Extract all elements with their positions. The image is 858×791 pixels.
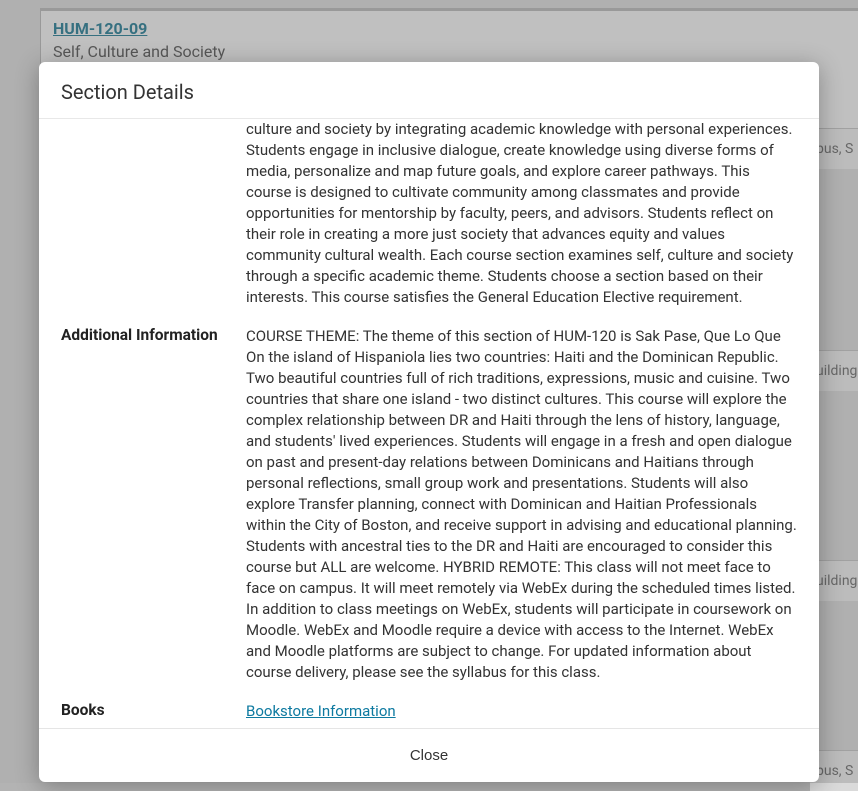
additional-info-row: Additional Information COURSE THEME: The… [61, 326, 811, 683]
additional-info-text: COURSE THEME: The theme of this section … [246, 326, 811, 683]
modal-body[interactable]: culture and society by integrating acade… [39, 119, 819, 728]
description-text: culture and society by integrating acade… [246, 119, 797, 308]
bookstore-link[interactable]: Bookstore Information [246, 702, 396, 720]
modal-header: Section Details [39, 62, 819, 119]
description-row: culture and society by integrating acade… [61, 119, 811, 308]
books-row: Books Bookstore Information [61, 701, 811, 722]
modal-title: Section Details [61, 80, 797, 104]
description-scroll-area[interactable]: culture and society by integrating acade… [246, 119, 811, 308]
section-details-modal: Section Details culture and society by i… [39, 62, 819, 782]
close-button[interactable]: Close [398, 743, 460, 768]
additional-info-label: Additional Information [61, 326, 246, 344]
modal-footer: Close [39, 728, 819, 782]
books-label: Books [61, 701, 246, 719]
